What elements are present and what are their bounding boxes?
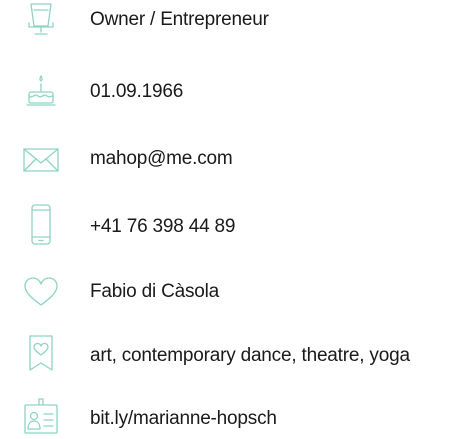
bookmark-heart-icon [20, 335, 62, 376]
email-link[interactable]: mahop@me.com [90, 147, 233, 171]
profile-card-icon [20, 398, 62, 439]
birthday-row: 01.09.1966 [0, 72, 475, 112]
chair-icon [20, 0, 62, 40]
interests-row: art, contemporary dance, theatre, yoga [0, 335, 475, 376]
email-row[interactable]: mahop@me.com [0, 139, 475, 179]
phone-row[interactable]: +41 76 398 44 89 [0, 204, 475, 247]
partner-name: Fabio di Càsola [90, 281, 220, 302]
birthdate-text: 01.09.1966 [90, 81, 184, 102]
interests-text: art, contemporary dance, theatre, yoga [90, 345, 410, 366]
phone-number[interactable]: +41 76 398 44 89 [90, 215, 235, 239]
birthday-cake-icon [20, 72, 62, 112]
relationship-row: Fabio di Càsola [0, 272, 475, 312]
occupation-row: Owner / Entrepreneur [0, 0, 475, 40]
profile-url-link[interactable]: bit.ly/marianne-hopsch [90, 407, 277, 431]
occupation-text: Owner / Entrepreneur [90, 9, 269, 30]
mail-icon [20, 139, 62, 179]
mobile-phone-icon [20, 204, 62, 247]
profile-link-row[interactable]: bit.ly/marianne-hopsch [0, 398, 475, 439]
heart-icon [20, 272, 62, 312]
profile-info-list: Owner / Entrepreneur 01.09.1966 mahop@me… [0, 0, 475, 439]
